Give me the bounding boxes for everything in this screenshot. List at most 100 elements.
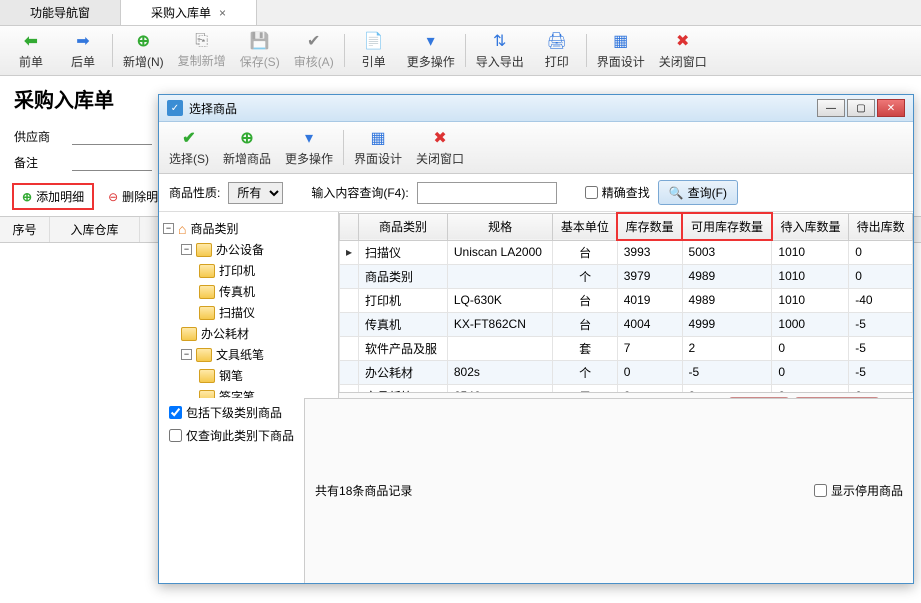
design-button[interactable]: ▦界面设计 — [591, 30, 651, 71]
table-row[interactable]: 办公耗材802s个0-50-5 — [340, 360, 913, 384]
app-icon: ✓ — [167, 100, 183, 116]
new-product-button[interactable]: ⊕新增商品 — [217, 126, 277, 169]
audit-button[interactable]: ✔审核(A) — [288, 30, 340, 71]
remark-input[interactable] — [72, 153, 152, 171]
close-label: 关闭窗口 — [659, 53, 707, 70]
folder-icon — [199, 369, 215, 383]
folder-icon — [199, 264, 215, 278]
tree-node-fax[interactable]: 传真机 — [199, 281, 334, 302]
col-out[interactable]: 待出库数 — [849, 213, 913, 240]
save-button[interactable]: 💾保存(S) — [234, 30, 286, 71]
dialog-title: 选择商品 — [189, 100, 237, 117]
collapse-icon[interactable]: − — [181, 349, 192, 360]
add-detail-button[interactable]: ⊕添加明细 — [12, 183, 94, 210]
plus-icon: ⊕ — [133, 31, 153, 51]
io-label: 导入导出 — [476, 53, 524, 70]
search-label: 输入内容查询(F4): — [311, 184, 408, 201]
query-button[interactable]: 🔍查询(F) — [658, 180, 738, 205]
supplier-input[interactable] — [72, 127, 152, 145]
table-row[interactable]: 打印机LQ-630K台401949891010-40 — [340, 288, 913, 312]
io-button[interactable]: ⇅导入导出 — [470, 30, 530, 71]
tab-doc-label: 采购入库单 — [151, 4, 211, 21]
tree-node-supplies[interactable]: 办公耗材 — [181, 323, 334, 344]
table-row[interactable]: 商品类别个3979498910100 — [340, 264, 913, 288]
close-icon: ✖ — [673, 31, 693, 51]
col-stock[interactable]: 库存数量 — [617, 213, 682, 240]
prev-label: 前单 — [19, 53, 43, 70]
col-spec[interactable]: 规格 — [447, 213, 553, 240]
category-tree: −⌂商品类别 −办公设备 打印机 传真机 扫描仪 办公耗材 −文具纸笔 钢笔 签… — [159, 212, 339, 398]
dialog-titlebar[interactable]: ✓ 选择商品 — ▢ ✕ — [159, 95, 913, 122]
filter-bar: 商品性质: 所有 输入内容查询(F4): 精确查找 🔍查询(F) — [159, 174, 913, 212]
exact-check[interactable]: 精确查找 — [585, 184, 650, 201]
collapse-icon[interactable]: − — [181, 244, 192, 255]
maximize-button[interactable]: ▢ — [847, 99, 875, 117]
more-button[interactable]: ▾更多操作 — [401, 30, 461, 71]
more-label: 更多操作 — [407, 53, 455, 70]
dialog-toolbar: ✔选择(S) ⊕新增商品 ▾更多操作 ▦界面设计 ✖关闭窗口 — [159, 122, 913, 174]
new-button[interactable]: ⊕ 新增(N) — [117, 30, 170, 71]
nature-select[interactable]: 所有 — [228, 182, 283, 204]
delete-detail-label: 删除明 — [122, 188, 158, 205]
check-icon: ✔ — [179, 128, 199, 148]
tree-node-stationery[interactable]: −文具纸笔 — [181, 344, 334, 365]
plus-icon: ⊕ — [237, 128, 257, 148]
close-icon: ✖ — [430, 128, 450, 148]
col-avail[interactable]: 可用库存数量 — [682, 213, 772, 240]
table-row[interactable]: 文具纸笔6546只0000 — [340, 384, 913, 392]
table-row[interactable]: 传真机KX-FT862CN台400449991000-5 — [340, 312, 913, 336]
table-row[interactable]: ▸扫描仪Uniscan LA2000台3993500310100 — [340, 240, 913, 264]
folder-icon — [199, 306, 215, 320]
tree-node-pen[interactable]: 钢笔 — [199, 365, 334, 386]
home-icon: ⌂ — [178, 221, 186, 237]
next-label: 后单 — [71, 53, 95, 70]
product-grid[interactable]: 商品类别 规格 基本单位 库存数量 可用库存数量 待入库数量 待出库数 ▸扫描仪… — [339, 212, 913, 392]
dlg-more-button[interactable]: ▾更多操作 — [279, 126, 339, 169]
search-input[interactable] — [417, 182, 557, 204]
select-button[interactable]: ✔选择(S) — [163, 126, 215, 169]
arrow-right-icon: ➡ — [73, 31, 93, 51]
close-icon[interactable]: × — [219, 6, 226, 20]
col-unit[interactable]: 基本单位 — [553, 213, 617, 240]
col-category[interactable]: 商品类别 — [359, 213, 448, 240]
col-warehouse: 入库仓库 — [50, 217, 140, 242]
tab-doc[interactable]: 采购入库单 × — [121, 0, 257, 25]
main-tab-strip: 功能导航窗 采购入库单 × — [0, 0, 921, 26]
delete-detail-button[interactable]: ⊖ 删除明 — [100, 183, 166, 210]
copy-new-button[interactable]: ⎘复制新增 — [172, 30, 232, 71]
ref-label: 引单 — [362, 53, 386, 70]
col-in[interactable]: 待入库数量 — [772, 213, 849, 240]
collapse-icon[interactable]: − — [163, 223, 174, 234]
ref-button[interactable]: 📄引单 — [349, 30, 399, 71]
minimize-button[interactable]: — — [817, 99, 845, 117]
tree-node-office-equip[interactable]: −办公设备 — [181, 239, 334, 260]
tab-nav[interactable]: 功能导航窗 — [0, 0, 121, 25]
exact-checkbox[interactable] — [585, 186, 598, 199]
print-button[interactable]: 🖨打印 — [532, 30, 582, 71]
table-row[interactable]: 软件产品及服套720-5 — [340, 336, 913, 360]
add-detail-label: 添加明细 — [36, 188, 84, 205]
only-this-check[interactable]: 仅查询此类别下商品 — [169, 427, 294, 444]
tree-root[interactable]: −⌂商品类别 — [163, 218, 334, 239]
next-button[interactable]: ➡ 后单 — [58, 30, 108, 71]
arrow-left-icon: ⬅ — [21, 31, 41, 51]
print-label: 打印 — [545, 53, 569, 70]
show-stopped-check[interactable]: 显示停用商品 — [814, 482, 903, 499]
dlg-close-button[interactable]: ✖关闭窗口 — [410, 126, 470, 169]
new-label: 新增(N) — [123, 53, 164, 70]
main-toolbar: ⬅ 前单 ➡ 后单 ⊕ 新增(N) ⎘复制新增 💾保存(S) ✔审核(A) 📄引单 ▾… — [0, 26, 921, 76]
include-sub-check[interactable]: 包括下级类别商品 — [169, 404, 294, 421]
folder-icon — [181, 327, 197, 341]
dlg-design-button[interactable]: ▦界面设计 — [348, 126, 408, 169]
tree-node-scanner[interactable]: 扫描仪 — [199, 302, 334, 323]
close-button[interactable]: ✕ — [877, 99, 905, 117]
tree-node-printer[interactable]: 打印机 — [199, 260, 334, 281]
check-icon: ✔ — [304, 31, 324, 51]
folder-icon — [199, 390, 215, 398]
prev-button[interactable]: ⬅ 前单 — [6, 30, 56, 71]
folder-icon — [199, 285, 215, 299]
tree-node-signpen[interactable]: 签字笔 — [199, 386, 334, 398]
tab-nav-label: 功能导航窗 — [30, 4, 90, 21]
close-window-button[interactable]: ✖ 关闭窗口 — [653, 30, 713, 71]
minus-icon: ⊖ — [108, 190, 118, 204]
